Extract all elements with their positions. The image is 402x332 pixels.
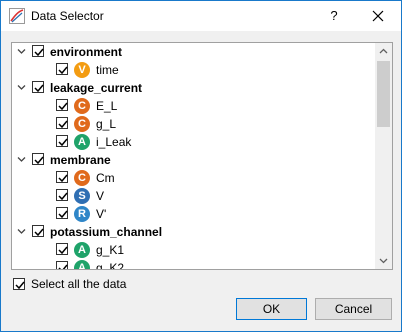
close-icon xyxy=(372,10,384,22)
checkmark-icon xyxy=(58,138,68,147)
type-badge-icon: C xyxy=(74,116,90,132)
tree-checkbox[interactable] xyxy=(56,171,68,183)
collapse-arrow-icon[interactable] xyxy=(16,154,27,165)
checkmark-icon xyxy=(58,192,68,201)
collapse-arrow-icon[interactable] xyxy=(16,82,27,93)
tree-checkbox[interactable] xyxy=(32,81,44,93)
checkmark-icon xyxy=(58,246,68,255)
tree-item-label: V' xyxy=(96,207,107,221)
type-badge-icon: R xyxy=(74,206,90,222)
tree-item-label: g_K1 xyxy=(96,243,125,257)
tree-item-row[interactable]: Ag_K1 xyxy=(12,241,374,259)
tree-item-label: g_K2 xyxy=(96,261,125,270)
chevron-up-icon xyxy=(379,48,388,54)
tree-item-row[interactable]: Vtime xyxy=(12,61,374,79)
type-badge-icon: C xyxy=(74,98,90,114)
scroll-thumb[interactable] xyxy=(377,61,390,127)
tree-item-row[interactable]: C Cm xyxy=(12,169,374,187)
tree-item-row[interactable]: R V' xyxy=(12,205,374,223)
tree-checkbox[interactable] xyxy=(32,45,44,57)
tree-item-label: g_L xyxy=(96,117,117,131)
tree-group-row[interactable]: membrane xyxy=(12,151,374,169)
help-button[interactable]: ? xyxy=(323,5,345,27)
tree-checkbox[interactable] xyxy=(56,207,68,219)
type-badge-icon: S xyxy=(74,188,90,204)
checkmark-icon xyxy=(34,84,44,93)
app-icon xyxy=(9,8,25,24)
type-badge-icon: C xyxy=(74,170,90,186)
tree-checkbox[interactable] xyxy=(32,153,44,165)
checkmark-icon xyxy=(58,66,68,75)
tree-item-label: E_L xyxy=(96,99,118,113)
checkmark-icon xyxy=(15,281,25,290)
tree-item-row[interactable]: C E_L xyxy=(12,97,374,115)
tree-checkbox[interactable] xyxy=(56,261,68,269)
tree-checkbox[interactable] xyxy=(56,63,68,75)
type-badge-icon: A xyxy=(74,242,90,258)
ok-button[interactable]: OK xyxy=(236,298,307,320)
tree-checkbox[interactable] xyxy=(56,243,68,255)
chevron-down-icon xyxy=(379,258,388,264)
dialog-title: Data Selector xyxy=(31,9,104,23)
checkmark-icon xyxy=(58,174,68,183)
tree-group-label: membrane xyxy=(50,153,111,167)
tree-checkbox[interactable] xyxy=(56,135,68,147)
collapse-arrow-icon[interactable] xyxy=(16,46,27,57)
tree-item-label: time xyxy=(96,63,119,77)
tree-checkbox[interactable] xyxy=(56,117,68,129)
tree-item-row[interactable]: SV xyxy=(12,187,374,205)
tree-item-row[interactable]: Ai_Leak xyxy=(12,133,374,151)
select-all-label[interactable]: Select all the data xyxy=(31,277,126,291)
checkmark-icon xyxy=(34,48,44,57)
type-badge-icon: V xyxy=(74,62,90,78)
tree-group-row[interactable]: leakage_current xyxy=(12,79,374,97)
tree-checkbox[interactable] xyxy=(32,225,44,237)
tree-group-row[interactable]: environment xyxy=(12,43,374,61)
vertical-scrollbar[interactable] xyxy=(375,43,392,269)
tree-group-label: leakage_current xyxy=(50,81,143,95)
tree-checkbox[interactable] xyxy=(56,189,68,201)
checkmark-icon xyxy=(58,120,68,129)
data-selector-dialog: Data Selector ? environment Vtime leakage_… xyxy=(0,0,402,332)
tree-item-row[interactable]: Cg_L xyxy=(12,115,374,133)
checkmark-icon xyxy=(58,102,68,111)
tree-item-row[interactable]: Ag_K2 xyxy=(12,259,374,270)
title-bar: Data Selector ? xyxy=(1,1,401,31)
checkmark-icon xyxy=(34,228,44,237)
tree-item-label: Cm xyxy=(96,171,115,185)
tree-item-label: i_Leak xyxy=(96,135,132,149)
type-badge-icon: A xyxy=(74,260,90,269)
tree-group-label: potassium_channel xyxy=(50,225,163,239)
close-button[interactable] xyxy=(367,5,389,27)
tree-group-row[interactable]: potassium_channel xyxy=(12,223,374,241)
collapse-arrow-icon[interactable] xyxy=(16,226,27,237)
scroll-down-button[interactable] xyxy=(375,252,392,269)
type-badge-icon: A xyxy=(74,134,90,150)
checkmark-icon xyxy=(34,156,44,165)
tree-group-label: environment xyxy=(50,45,123,59)
tree-checkbox[interactable] xyxy=(56,99,68,111)
checkmark-icon xyxy=(58,210,68,219)
cancel-button[interactable]: Cancel xyxy=(315,298,392,320)
checkmark-icon xyxy=(58,264,68,269)
tree-item-label: V xyxy=(96,189,105,203)
select-all-checkbox[interactable] xyxy=(13,278,25,290)
scroll-up-button[interactable] xyxy=(375,43,392,60)
data-tree[interactable]: environment Vtime leakage_current C E_L Cg_L A… xyxy=(11,42,393,270)
